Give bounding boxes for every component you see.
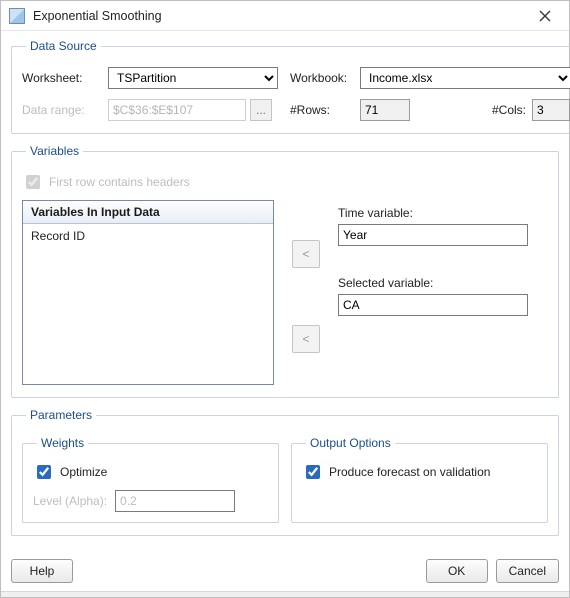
ellipsis-icon: ...	[256, 103, 266, 117]
cols-label: #Cols:	[476, 103, 526, 117]
chevron-left-icon: <	[302, 332, 309, 346]
chevron-left-icon: <	[302, 247, 309, 261]
cancel-button-label: Cancel	[509, 564, 546, 578]
data-source-legend: Data Source	[26, 39, 101, 53]
close-button[interactable]	[527, 1, 563, 30]
cancel-button[interactable]: Cancel	[496, 559, 559, 583]
produce-forecast-label: Produce forecast on validation	[329, 465, 490, 479]
ok-button[interactable]: OK	[426, 559, 488, 583]
rows-value	[360, 99, 410, 121]
rows-label: #Rows:	[284, 103, 354, 117]
window-title: Exponential Smoothing	[33, 9, 527, 23]
parameters-legend: Parameters	[26, 408, 96, 422]
output-options-legend: Output Options	[306, 436, 395, 450]
workbook-select[interactable]: Income.xlsx	[360, 67, 570, 89]
produce-forecast-row[interactable]: Produce forecast on validation	[302, 462, 537, 482]
output-fields-column: Time variable: Selected variable:	[338, 200, 548, 385]
first-row-headers-row: First row contains headers	[22, 172, 548, 192]
help-button-label: Help	[30, 564, 55, 578]
level-alpha-label: Level (Alpha):	[33, 494, 107, 508]
input-variables-list[interactable]: Variables In Input Data Record ID	[22, 200, 274, 385]
input-variables-header: Variables In Input Data	[23, 201, 273, 224]
titlebar: Exponential Smoothing	[1, 1, 569, 31]
ok-button-label: OK	[448, 564, 465, 578]
button-bar: Help OK Cancel	[1, 555, 569, 591]
worksheet-label: Worksheet:	[22, 71, 102, 85]
optimize-row[interactable]: Optimize	[33, 462, 268, 482]
weights-legend: Weights	[37, 436, 88, 450]
list-item[interactable]: Record ID	[31, 228, 265, 244]
time-variable-input[interactable]	[338, 224, 528, 246]
produce-forecast-checkbox[interactable]	[306, 465, 320, 479]
time-variable-label: Time variable:	[338, 206, 548, 220]
output-options-group: Output Options Produce forecast on valid…	[291, 436, 548, 523]
dialog-window: Exponential Smoothing Data Source Worksh…	[0, 0, 570, 598]
optimize-label: Optimize	[60, 465, 107, 479]
help-button[interactable]: Help	[11, 559, 73, 583]
close-icon	[539, 10, 551, 22]
workbook-label: Workbook:	[284, 71, 354, 85]
move-to-time-button[interactable]: <	[292, 240, 320, 268]
worksheet-select[interactable]: TSPartition	[108, 67, 278, 89]
data-range-browse-button: ...	[250, 99, 272, 121]
selected-variable-input[interactable]	[338, 294, 528, 316]
level-alpha-input	[115, 490, 235, 512]
input-variables-body[interactable]: Record ID	[23, 224, 273, 384]
variables-group: Variables First row contains headers Var…	[11, 144, 559, 398]
data-range-label: Data range:	[22, 103, 102, 117]
move-to-selected-button[interactable]: <	[292, 325, 320, 353]
cols-value	[532, 99, 570, 121]
app-icon	[9, 8, 25, 24]
first-row-headers-label: First row contains headers	[49, 175, 190, 189]
optimize-checkbox[interactable]	[37, 465, 51, 479]
selected-variable-label: Selected variable:	[338, 276, 548, 290]
move-buttons-column: < <	[292, 200, 320, 385]
variables-legend: Variables	[26, 144, 83, 158]
data-source-group: Data Source Worksheet: TSPartition Workb…	[11, 39, 570, 134]
parameters-group: Parameters Weights Optimize Level (Alpha…	[11, 408, 559, 536]
first-row-headers-checkbox	[26, 175, 40, 189]
weights-group: Weights Optimize Level (Alpha):	[22, 436, 279, 523]
data-range-input	[108, 99, 246, 121]
client-area: Data Source Worksheet: TSPartition Workb…	[1, 31, 569, 555]
footer-strip	[1, 591, 569, 597]
